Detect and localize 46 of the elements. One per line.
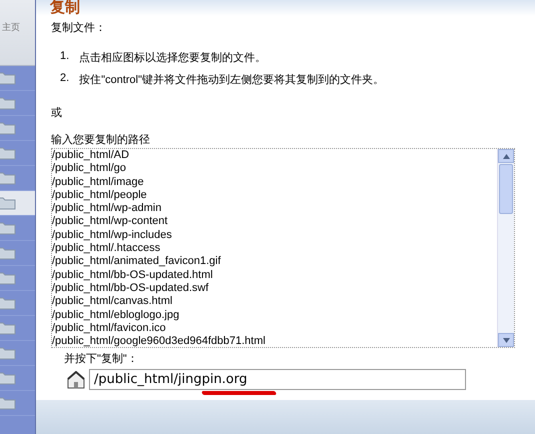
path-option[interactable]: /public_html/favicon.ico [52,322,497,336]
sidebar-item[interactable] [0,191,35,216]
folder-icon [0,196,16,210]
path-option[interactable]: /public_html/image [52,176,497,189]
step-text: 点击相应图标以选择您要复制的文件。 [79,50,266,65]
scroll-up-icon[interactable] [502,154,510,158]
path-option[interactable]: /public_html/wp-content [52,215,497,229]
folder-icon [0,321,16,335]
folder-icon [0,246,16,260]
path-option[interactable]: /public_html/animated_favicon1.gif [52,255,497,269]
path-option[interactable]: /public_html/canvas.html [52,295,497,309]
scroll-thumb[interactable] [499,164,513,214]
step-number: 1. [60,50,70,64]
step-text: 按住"control"键并将文件拖动到左侧您要将其复制到的文件夹。 [79,72,384,87]
press-copy-label: 并按下"复制"： [64,352,139,366]
home-link[interactable]: 主页 [2,21,35,34]
folder-icon [0,346,16,360]
path-listbox[interactable] [51,148,515,348]
destination-field[interactable]: /public_html/jingpin.org [89,369,466,390]
folder-icon [0,221,16,235]
scroll-down-icon[interactable] [502,338,510,342]
folder-icon [0,96,16,110]
path-option[interactable]: /public_html/AD [52,149,497,162]
folder-icon [0,121,16,135]
path-option[interactable]: /public_html/go [52,162,497,176]
path-option[interactable]: /public_html/people [52,188,497,202]
folder-icon [0,396,16,410]
path-option[interactable]: /public_html/ebloglogo.jpg [52,308,497,322]
folder-icon [0,146,16,160]
folder-icon [0,71,16,85]
path-option[interactable]: /public_html/bb-OS-updated.html [52,268,497,282]
step-number: 2. [60,72,70,86]
path-option[interactable]: /public_html/google960d3ed964fdbb71.html [52,335,497,347]
path-option[interactable]: /public_html/bb-OS-updated.swf [52,282,497,296]
path-option[interactable]: /public_html/wp-admin [52,202,497,216]
home-icon [67,370,85,388]
scrollbar[interactable] [497,149,514,347]
or-text: 或 [51,106,63,120]
folder-icon [0,271,16,285]
folder-icon [0,371,16,385]
intro-text: 复制文件： [51,20,107,35]
path-label: 输入您要复制的路径 [51,133,151,147]
path-option[interactable]: /public_html/.htaccess [52,242,497,256]
folder-icon [0,296,16,310]
folder-icon [0,171,16,185]
path-option[interactable]: /public_html/wp-includes [52,228,497,242]
